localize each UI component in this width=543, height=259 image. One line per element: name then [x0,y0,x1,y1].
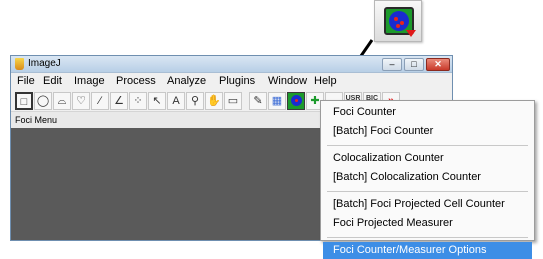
nucleus-shape [389,11,409,31]
text-tool-icon[interactable]: A [167,92,185,110]
menu-help[interactable]: Help [314,75,337,87]
menu-file[interactable]: File [17,75,35,87]
dropdown-triangle-icon [406,30,416,37]
menu-image[interactable]: Image [74,75,105,87]
dropdown-item[interactable]: [Batch] Foci Counter [323,123,532,140]
edit-tool-icon[interactable]: ✎ [249,92,267,110]
polygon-tool-icon[interactable]: ⌓ [53,92,71,110]
magnifier-tool-icon[interactable]: ⚲ [186,92,204,110]
freehand-tool-icon[interactable]: ♡ [72,92,90,110]
foci-dot [295,99,298,102]
menu-analyze[interactable]: Analyze [167,75,206,87]
menu-window[interactable]: Window [268,75,307,87]
rectangle-tool-icon[interactable]: □ [15,92,33,110]
status-text: Foci Menu [15,115,58,125]
foci-dropdown-menu: Foci Counter [Batch] Foci Counter Colocali… [320,100,535,259]
menu-separator [327,145,528,146]
line-tool-icon[interactable]: ∕ [91,92,109,110]
menu-separator [327,191,528,192]
focus-dot [394,17,398,21]
focus-dot [396,24,400,28]
imagej-app-icon [15,58,24,70]
title-bar[interactable]: ImageJ – □ ✕ [11,56,452,73]
angle-tool-icon[interactable]: ∠ [110,92,128,110]
zoomed-foci-tool-callout [374,0,422,42]
foci-tool-icon-enlarged [384,7,416,37]
point-tool-icon[interactable]: ⁘ [129,92,147,110]
dropdown-item[interactable]: Colocalization Counter [323,150,532,167]
color-picker-tool-icon[interactable]: ▭ [224,92,242,110]
focus-dot [400,21,404,25]
dropdown-item[interactable]: [Batch] Foci Projected Cell Counter [323,196,532,213]
wand-tool-icon[interactable]: ↖ [148,92,166,110]
foci-menu-tool-icon[interactable] [287,92,305,110]
minimize-button[interactable]: – [382,58,402,71]
lut-tool-icon[interactable]: ▦ [268,92,286,110]
oval-tool-icon[interactable]: ◯ [34,92,52,110]
dropdown-item[interactable]: Foci Projected Measurer [323,215,532,232]
dropdown-item[interactable]: [Batch] Colocalization Counter [323,169,532,186]
menu-plugins[interactable]: Plugins [219,75,255,87]
menu-process[interactable]: Process [116,75,156,87]
close-button[interactable]: ✕ [426,58,450,71]
menu-bar: File Edit Image Process Analyze Plugins … [11,73,452,91]
window-title: ImageJ [28,58,61,69]
menu-separator [327,237,528,238]
scroll-tool-icon[interactable]: ✋ [205,92,223,110]
maximize-button[interactable]: □ [404,58,424,71]
menu-edit[interactable]: Edit [43,75,62,87]
dropdown-item[interactable]: Foci Counter [323,104,532,121]
